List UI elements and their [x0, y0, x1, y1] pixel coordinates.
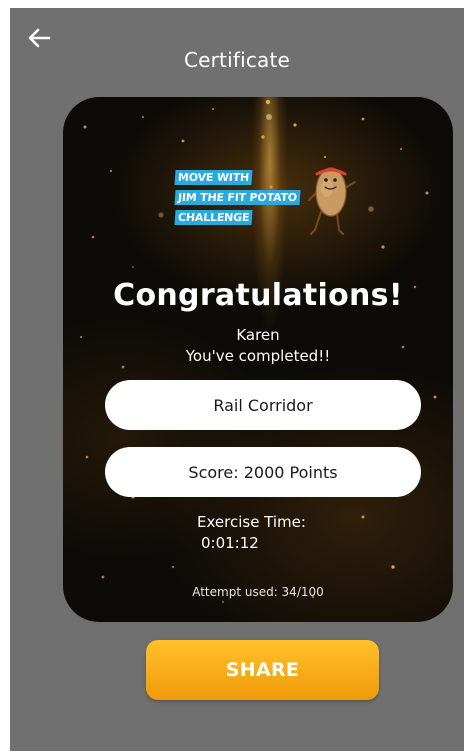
- arrow-left-icon[interactable]: [27, 27, 51, 49]
- certificate-screen: Certificate MOVE WITH JIM THE FIT POTATO…: [10, 8, 464, 751]
- share-button-label: SHARE: [225, 659, 300, 681]
- page-title: Certificate: [183, 48, 291, 72]
- user-name: Karen: [236, 326, 280, 344]
- potato-mascot-icon: [308, 167, 356, 235]
- exercise-time-value: 0:01:12: [201, 534, 259, 552]
- completed-text: You've completed!!: [185, 347, 331, 365]
- route-name-label: Rail Corridor: [213, 395, 313, 415]
- logo-text: MOVE WITH JIM THE FIT POTATO CHALLENGE: [174, 166, 301, 226]
- exercise-time-label: Exercise Time:: [197, 513, 306, 531]
- score-pill: Score: 2000 Points: [105, 447, 421, 497]
- share-button[interactable]: SHARE: [146, 640, 379, 700]
- challenge-logo: MOVE WITH JIM THE FIT POTATO CHALLENGE: [174, 160, 356, 240]
- route-name-pill: Rail Corridor: [105, 380, 421, 430]
- logo-line-2: JIM THE FIT POTATO: [174, 190, 301, 205]
- congratulations-heading: Congratulations!: [113, 278, 403, 313]
- logo-line-3: CHALLENGE: [174, 210, 253, 225]
- attempts-used-text: Attempt used: 34/100: [192, 585, 324, 599]
- score-label: Score: 2000 Points: [188, 462, 338, 482]
- certificate-card: MOVE WITH JIM THE FIT POTATO CHALLENGE C…: [63, 97, 453, 622]
- logo-line-1: MOVE WITH: [174, 170, 253, 185]
